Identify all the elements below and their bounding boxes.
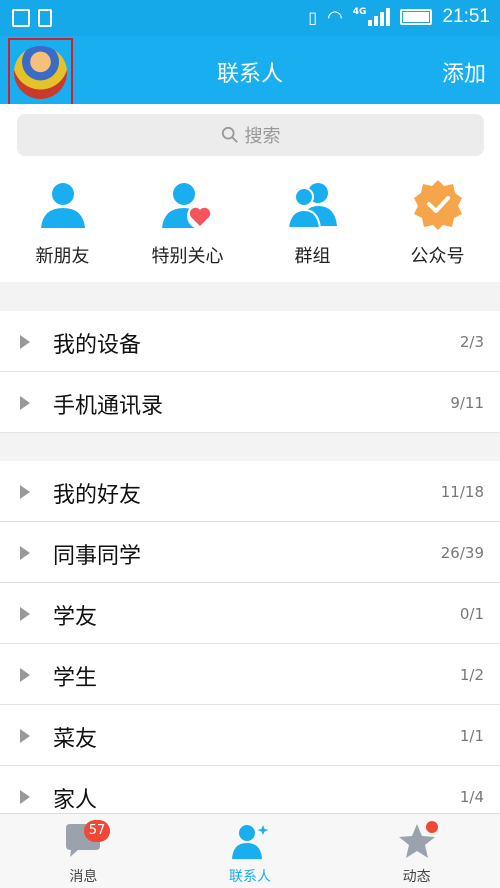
expand-arrow-icon [20, 546, 30, 560]
group-name: 我的好友 [53, 483, 142, 508]
expand-arrow-icon [20, 790, 30, 804]
search-area: 搜索 [0, 104, 500, 166]
group-count: 26/39 [440, 544, 484, 562]
special-care-label: 特别关心 [151, 246, 224, 267]
tab-feed-label: 动态 [402, 869, 431, 885]
expand-arrow-icon [20, 485, 30, 499]
group-count: 9/11 [450, 394, 484, 412]
tab-messages[interactable]: 57 消息 [0, 814, 167, 888]
search-input[interactable]: 搜索 [17, 114, 484, 156]
group-count: 11/18 [440, 483, 484, 501]
group-name: 学友 [53, 605, 98, 630]
group-count: 1/4 [459, 788, 484, 806]
tab-messages-label: 消息 [69, 869, 98, 885]
list-item[interactable]: 我的设备 2/3 [0, 311, 500, 372]
expand-arrow-icon [20, 335, 30, 349]
new-friends-button[interactable]: 新朋友 [0, 166, 125, 282]
tab-feed[interactable]: 动态 [333, 814, 500, 888]
group-icon [286, 183, 337, 229]
status-time: 21:51 [442, 6, 490, 27]
network-type: 4G [352, 7, 367, 17]
group-name: 手机通讯录 [53, 394, 164, 419]
groups-button[interactable]: 群组 [250, 166, 375, 282]
special-care-button[interactable]: 特别关心 [125, 166, 250, 282]
image-notification-icon [12, 9, 30, 27]
group-count: 2/3 [459, 333, 484, 351]
contact-group-list-top: 我的设备 2/3 手机通讯录 9/11 [0, 311, 500, 433]
group-count: 1/2 [459, 666, 484, 684]
official-accounts-button[interactable]: 公众号 [375, 166, 500, 282]
group-count: 1/1 [459, 727, 484, 745]
person-heart-icon [161, 183, 213, 229]
search-placeholder: 搜索 [244, 126, 281, 147]
battery-icon [400, 9, 433, 25]
group-name: 学生 [53, 666, 98, 691]
tab-contacts-label: 联系人 [229, 869, 271, 885]
wifi-icon: ◠ [327, 6, 343, 28]
page-title: 联系人 [216, 62, 283, 87]
vibrate-icon: ▯ [308, 7, 318, 27]
group-name: 同事同学 [53, 544, 142, 569]
groups-label: 群组 [294, 246, 331, 267]
list-item[interactable]: 我的好友 11/18 [0, 461, 500, 522]
quick-actions: 新朋友 特别关心 群组 公众号 [0, 166, 500, 282]
messages-badge: 57 [84, 820, 110, 842]
add-contact-button[interactable]: 添加 [442, 56, 486, 88]
search-icon [221, 126, 238, 143]
tab-contacts[interactable]: 联系人 [167, 814, 334, 888]
list-item[interactable]: 手机通讯录 9/11 [0, 372, 500, 433]
expand-arrow-icon [20, 396, 30, 410]
new-friends-label: 新朋友 [35, 246, 90, 267]
expand-arrow-icon [20, 729, 30, 743]
list-item[interactable]: 菜友 1/1 [0, 705, 500, 766]
list-item[interactable]: 同事同学 26/39 [0, 522, 500, 583]
expand-arrow-icon [20, 607, 30, 621]
official-accounts-label: 公众号 [410, 246, 465, 267]
app-header: 联系人 添加 [0, 36, 500, 114]
group-name: 我的设备 [53, 333, 142, 358]
status-bar: ▯ ◠ 4G 21:51 [0, 0, 500, 36]
group-count: 0/1 [459, 605, 484, 623]
expand-arrow-icon [20, 668, 30, 682]
group-name: 菜友 [53, 727, 98, 752]
contacts-person-icon [232, 825, 269, 859]
group-name: 家人 [53, 788, 98, 813]
contact-group-list: 我的好友 11/18 同事同学 26/39 学友 0/1 学生 1/2 菜友 1… [0, 461, 500, 827]
list-item[interactable]: 学生 1/2 [0, 644, 500, 705]
bottom-tab-bar: 57 消息 联系人 动态 [0, 813, 500, 888]
person-icon [40, 183, 85, 228]
list-item[interactable]: 学友 0/1 [0, 583, 500, 644]
badge-check-icon [413, 180, 462, 230]
signal-icon [368, 8, 391, 26]
usb-notification-icon [38, 9, 52, 27]
